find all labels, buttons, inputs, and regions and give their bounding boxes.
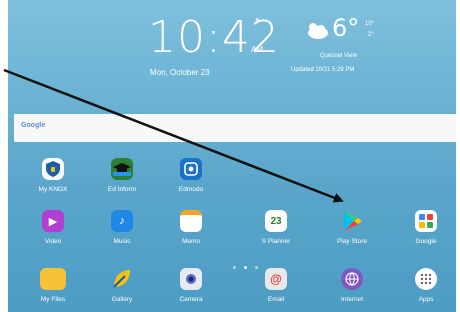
globe-icon (341, 268, 363, 290)
memo-pad-icon (180, 210, 202, 232)
page-dot-active[interactable] (244, 266, 247, 269)
play-icon: ▶ (42, 210, 64, 232)
apps-grid-icon (415, 268, 437, 290)
app-my-knox[interactable]: My KNOX (25, 158, 81, 193)
clock-time: 10:42 (148, 12, 280, 63)
knox-shield-icon (42, 158, 64, 180)
google-logo: Google (21, 122, 46, 129)
email-at-icon: @ (265, 268, 287, 290)
app-ed-inform[interactable]: Ed Inform (94, 158, 150, 193)
app-label: S Planner (261, 238, 291, 245)
app-s-planner[interactable]: 23 S Planner (248, 210, 304, 245)
app-label: Email (267, 296, 285, 303)
cloud-sun-icon (308, 23, 328, 39)
app-email[interactable]: @ Email (248, 268, 304, 303)
app-label: My Files (40, 296, 66, 303)
app-label: Music (113, 238, 131, 245)
weather-updated-time: Updated 10/21 5:29 PM (291, 67, 355, 73)
app-camera[interactable]: Camera (163, 268, 219, 303)
google-search-bar[interactable]: Google (14, 114, 456, 142)
calendar-icon: 23 (265, 210, 287, 232)
weather-low: 2° (368, 32, 374, 38)
clock-indicator-dot: ● (255, 15, 260, 24)
screenshot: 10:42 ● AM Mon, October 23 6° 10° 2° Que… (0, 0, 460, 312)
home-screen: 10:42 ● AM Mon, October 23 6° 10° 2° Que… (8, 0, 456, 312)
clock-ampm: AM (251, 45, 263, 54)
app-google-folder[interactable]: Google (398, 210, 454, 245)
app-label: Video (44, 238, 62, 245)
app-internet[interactable]: Internet (324, 268, 380, 303)
app-label: Memo (181, 238, 201, 245)
app-edmodo[interactable]: Edmodo (163, 158, 219, 193)
app-label: Edmodo (178, 186, 204, 193)
app-gallery[interactable]: Gallery (94, 268, 150, 303)
clock-date: Mon, October 23 (150, 68, 210, 77)
app-label: Gallery (111, 296, 133, 303)
app-label: Camera (179, 296, 203, 303)
weather-high: 10° (365, 21, 375, 27)
play-store-icon (341, 210, 363, 232)
app-music[interactable]: ♪ Music (94, 210, 150, 245)
app-label: Internet (340, 296, 364, 303)
app-label: Google (415, 238, 437, 245)
google-folder-icon (415, 210, 437, 232)
app-play-store[interactable]: Play Store (324, 210, 380, 245)
page-dot[interactable] (233, 266, 236, 269)
app-my-files[interactable]: My Files (25, 268, 81, 303)
app-label: My KNOX (38, 186, 68, 193)
app-apps-drawer[interactable]: Apps (398, 268, 454, 303)
folder-icon (40, 268, 66, 290)
app-video[interactable]: ▶ Video (25, 210, 81, 245)
calendar-day: 23 (270, 215, 282, 227)
camera-icon (180, 268, 202, 290)
edmodo-icon (180, 158, 202, 180)
app-label: Apps (418, 296, 434, 303)
weather-location: Quesnel View (320, 53, 357, 59)
graduation-cap-icon (111, 158, 133, 180)
music-note-icon: ♪ (111, 210, 133, 232)
app-memo[interactable]: Memo (163, 210, 219, 245)
gallery-leaf-icon (111, 268, 133, 290)
app-label: Ed Inform (107, 186, 137, 193)
weather-temperature: 6° (332, 14, 360, 42)
app-label: Play Store (337, 238, 367, 245)
